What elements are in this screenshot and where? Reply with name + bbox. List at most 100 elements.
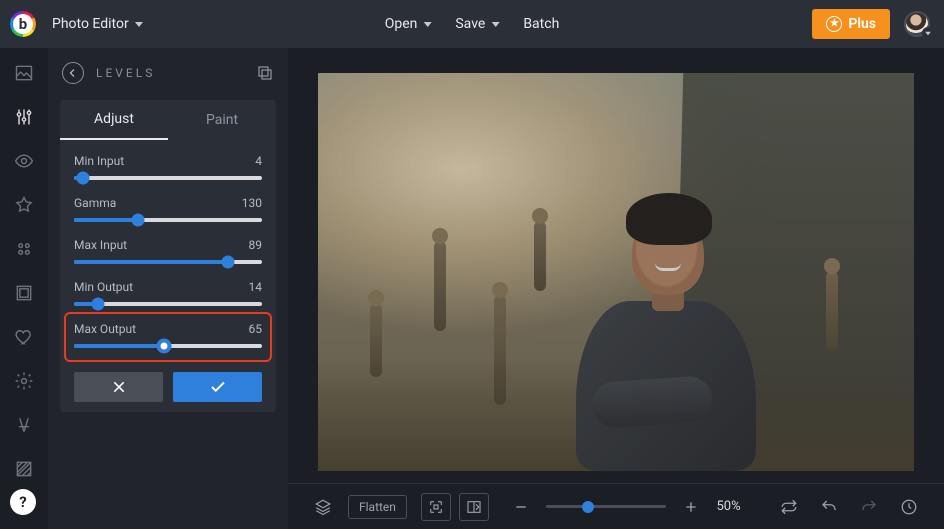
zoom-out-button[interactable] xyxy=(506,493,536,521)
plus-label: Plus xyxy=(848,16,876,32)
app-logo[interactable] xyxy=(10,11,36,37)
zoom-in-button[interactable] xyxy=(676,493,706,521)
slider-gamma: Gamma 130 xyxy=(74,190,262,230)
slider-value: 14 xyxy=(249,280,263,294)
compare-icon[interactable] xyxy=(459,493,489,521)
slider-label: Min Output xyxy=(74,280,133,294)
slider-track[interactable] xyxy=(74,344,262,348)
batch-button[interactable]: Batch xyxy=(523,16,559,32)
topbar-right: ★ Plus xyxy=(812,9,930,39)
star-tool-icon[interactable] xyxy=(13,194,35,216)
slider-track[interactable] xyxy=(74,260,262,264)
chevron-down-icon xyxy=(135,22,143,27)
slider-label: Gamma xyxy=(74,196,116,210)
tab-paint[interactable]: Paint xyxy=(168,100,276,140)
open-label: Open xyxy=(385,16,418,32)
loop-icon[interactable] xyxy=(774,493,804,521)
visibility-tool-icon[interactable] xyxy=(13,150,35,172)
frame-tool-icon[interactable] xyxy=(13,282,35,304)
save-menu[interactable]: Save xyxy=(455,16,499,32)
slider-min-input: Min Input 4 xyxy=(74,148,262,188)
save-label: Save xyxy=(455,16,485,32)
settings-tool-icon[interactable] xyxy=(13,370,35,392)
upgrade-plus-button[interactable]: ★ Plus xyxy=(812,9,890,39)
slider-thumb[interactable] xyxy=(92,298,105,311)
slider-value: 65 xyxy=(249,322,263,336)
redo-button[interactable] xyxy=(854,493,884,521)
card-actions xyxy=(74,372,262,402)
apply-button[interactable] xyxy=(173,372,262,402)
slider-thumb[interactable] xyxy=(131,214,144,227)
topbar-center: Open Save Batch xyxy=(385,16,560,32)
tab-adjust-label: Adjust xyxy=(94,111,134,127)
panel-title: LEVELS xyxy=(96,66,155,80)
topbar: Photo Editor Open Save Batch ★ Plus xyxy=(0,0,944,48)
check-icon xyxy=(209,378,227,396)
slider-thumb[interactable] xyxy=(222,256,235,269)
slider-label: Max Input xyxy=(74,238,127,252)
cancel-button[interactable] xyxy=(74,372,163,402)
slider-track[interactable] xyxy=(74,302,262,306)
slider-label: Min Input xyxy=(74,154,124,168)
text-tool-icon[interactable] xyxy=(13,414,35,436)
chevron-down-icon xyxy=(922,27,934,39)
mode-dropdown[interactable]: Photo Editor xyxy=(46,12,149,36)
flatten-button[interactable]: Flatten xyxy=(348,495,407,519)
chevron-down-icon xyxy=(423,22,431,27)
flatten-label: Flatten xyxy=(359,500,396,514)
undo-button[interactable] xyxy=(814,493,844,521)
bottom-left: Flatten xyxy=(308,493,407,521)
chevron-down-icon xyxy=(491,22,499,27)
help-label: ? xyxy=(19,493,26,511)
zoom-controls: 50% xyxy=(506,493,756,521)
layers-icon[interactable] xyxy=(308,493,338,521)
star-icon: ★ xyxy=(826,16,842,32)
account-menu[interactable] xyxy=(904,11,930,37)
slider-min-output: Min Output 14 xyxy=(74,274,262,314)
mode-label: Photo Editor xyxy=(52,16,129,32)
panel-tabs: Adjust Paint xyxy=(60,100,276,140)
image-tool-icon[interactable] xyxy=(13,62,35,84)
levels-card: Adjust Paint Min Input 4 Gamma 130 Max Input… xyxy=(60,100,276,412)
slider-thumb[interactable] xyxy=(77,172,90,185)
photo-canvas[interactable] xyxy=(318,73,914,471)
close-icon xyxy=(111,379,127,395)
shapes-tool-icon[interactable] xyxy=(13,238,35,260)
heart-tool-icon[interactable] xyxy=(13,326,35,348)
open-menu[interactable]: Open xyxy=(385,16,432,32)
slider-track[interactable] xyxy=(74,176,262,180)
canvas-holder xyxy=(288,48,944,483)
help-button[interactable]: ? xyxy=(10,489,36,515)
minus-icon xyxy=(513,499,529,515)
fit-screen-icon[interactable] xyxy=(421,493,451,521)
slider-value: 130 xyxy=(242,196,262,210)
levels-panel: LEVELS Adjust Paint Min Input 4 Gamma 130 Ma… xyxy=(48,48,288,529)
bottom-right xyxy=(774,493,924,521)
slider-value: 89 xyxy=(249,238,263,252)
tab-paint-label: Paint xyxy=(206,112,238,128)
zoom-readout: 50% xyxy=(716,499,756,514)
zoom-slider[interactable] xyxy=(546,505,666,508)
plus-icon xyxy=(683,499,699,515)
slider-max-output: Max Output 65 xyxy=(68,316,268,358)
history-icon[interactable] xyxy=(894,493,924,521)
canvas-area: Flatten xyxy=(288,48,944,529)
tool-rail: ? xyxy=(0,48,48,529)
back-button[interactable] xyxy=(62,62,84,84)
slider-label: Max Output xyxy=(74,322,136,336)
main: ? LEVELS Adjust Paint Min Input 4 Gamma 130… xyxy=(0,48,944,529)
bottom-center: 50% xyxy=(415,493,924,521)
bottom-bar: Flatten xyxy=(288,483,944,529)
slider-value: 4 xyxy=(255,154,262,168)
texture-tool-icon[interactable] xyxy=(13,458,35,480)
slider-track[interactable] xyxy=(74,218,262,222)
panel-header: LEVELS xyxy=(48,62,288,94)
zoom-slider-thumb[interactable] xyxy=(582,501,594,513)
duplicate-icon[interactable] xyxy=(256,64,274,82)
tab-adjust[interactable]: Adjust xyxy=(60,100,168,140)
adjust-tool-icon[interactable] xyxy=(13,106,35,128)
slider-max-input: Max Input 89 xyxy=(74,232,262,272)
slider-thumb[interactable] xyxy=(157,339,172,354)
sliders-list: Min Input 4 Gamma 130 Max Input 89 Min Output 1… xyxy=(60,140,276,368)
batch-label: Batch xyxy=(523,16,559,32)
